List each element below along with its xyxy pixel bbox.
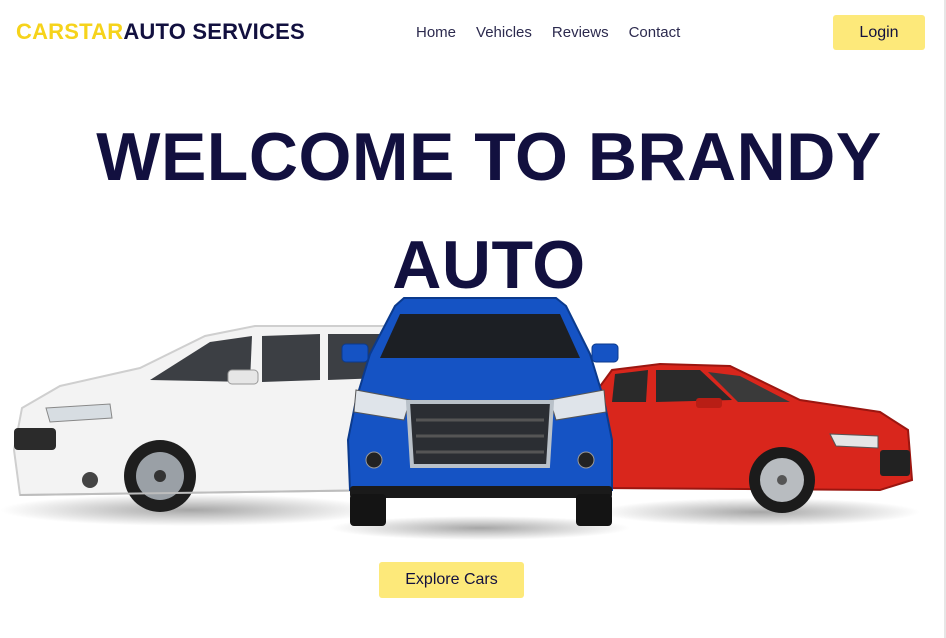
nav-link-home[interactable]: Home (416, 24, 456, 41)
cars-hero-image (0, 297, 920, 540)
nav-link-contact[interactable]: Contact (629, 24, 681, 41)
nav-link-vehicles[interactable]: Vehicles (476, 24, 532, 41)
hero-title-line-2: AUTO (392, 227, 586, 303)
white-suv-image (0, 325, 396, 526)
login-button[interactable]: Login (833, 15, 925, 50)
brand-logo[interactable]: CARSTARAUTO SERVICES (16, 19, 305, 45)
brand-name-primary: CARSTAR (16, 19, 124, 44)
nav-link-reviews[interactable]: Reviews (552, 24, 609, 41)
explore-cars-button[interactable]: Explore Cars (379, 562, 524, 598)
red-sedan-image (588, 362, 920, 526)
main-nav: Home Vehicles Reviews Contact (416, 24, 680, 41)
hero-title-line-1: WELCOME TO BRANDY (96, 119, 882, 195)
brand-name-secondary: AUTO SERVICES (123, 19, 305, 44)
